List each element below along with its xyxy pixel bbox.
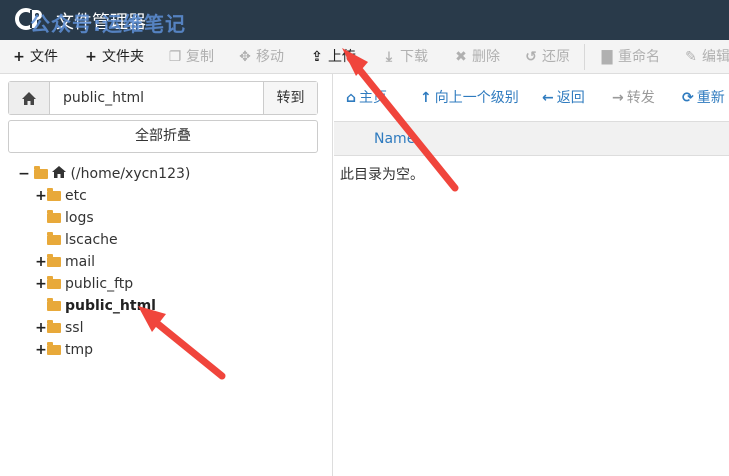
home-icon xyxy=(22,92,36,105)
nav-bar: ⌂ 主页 ↑ 向上一个级别 ← 返回 → 转发 ⟳ 重新 xyxy=(334,74,729,122)
download-label: 下载 xyxy=(400,49,428,65)
rename-icon: ▇ xyxy=(601,49,613,65)
expand-toggle-icon[interactable]: + xyxy=(35,339,47,361)
tree-item-mail[interactable]: + mail xyxy=(35,251,95,273)
upload-label: 上传 xyxy=(328,49,356,65)
tree-item-public-ftp[interactable]: + public_ftp xyxy=(35,273,133,295)
move-button[interactable]: ✥ 移动 xyxy=(238,40,284,74)
collapse-toggle-icon[interactable]: − xyxy=(18,163,30,185)
tree-item-logs[interactable]: logs xyxy=(47,207,94,229)
edit-icon: ✎ xyxy=(685,49,697,65)
new-file-label: 文件 xyxy=(30,49,58,65)
path-bar: 转到 xyxy=(8,81,318,115)
home-icon: ⌂ xyxy=(346,90,357,106)
new-file-button[interactable]: + 文件 xyxy=(12,40,58,74)
new-folder-label: 文件夹 xyxy=(102,49,144,65)
home-button[interactable]: ⌂ 主页 xyxy=(346,87,387,109)
forward-icon: → xyxy=(612,90,624,106)
expand-toggle-icon[interactable]: + xyxy=(35,273,47,295)
move-label: 移动 xyxy=(256,49,284,65)
app-header: 文件管理器 公众号:运维笔记 xyxy=(0,0,729,40)
expand-toggle-icon[interactable]: + xyxy=(35,317,47,339)
folder-tree-panel: 转到 全部折叠 − (/home/xycn123) + etc logs lsca… xyxy=(0,74,333,476)
copy-button[interactable]: ❐ 复制 xyxy=(168,40,214,74)
up-level-icon: ↑ xyxy=(420,90,432,106)
watermark-text: 公众号:运维笔记 xyxy=(30,12,186,36)
toolbar: + 文件 + 文件夹 ❐ 复制 ✥ 移动 ⇪ 上传 ⤓ 下载 ✖ 删除 ↺ 还原 ▇ 重命名 ✎ 编… xyxy=(0,40,729,74)
delete-icon: ✖ xyxy=(455,49,467,65)
move-icon: ✥ xyxy=(239,49,251,65)
plus-icon: + xyxy=(85,49,97,65)
folder-icon xyxy=(47,342,61,355)
folder-icon xyxy=(47,320,61,333)
plus-icon: + xyxy=(13,49,25,65)
expand-toggle-icon[interactable]: + xyxy=(35,185,47,207)
back-button[interactable]: ← 返回 xyxy=(542,87,585,109)
path-input[interactable] xyxy=(57,82,267,114)
restore-button[interactable]: ↺ 还原 xyxy=(524,40,570,74)
tree-item-label: lscache xyxy=(65,232,118,248)
back-icon: ← xyxy=(542,90,554,106)
tree-item-label: ssl xyxy=(65,320,84,336)
upload-button[interactable]: ⇪ 上传 xyxy=(310,40,356,74)
home-icon xyxy=(52,166,67,178)
tree-item-tmp[interactable]: + tmp xyxy=(35,339,93,361)
folder-icon xyxy=(47,276,61,289)
home-path-button[interactable] xyxy=(9,82,50,114)
new-folder-button[interactable]: + 文件夹 xyxy=(84,40,144,74)
tree-item-lscache[interactable]: lscache xyxy=(47,229,118,251)
folder-icon xyxy=(47,210,61,223)
folder-icon xyxy=(47,232,61,245)
rename-label: 重命名 xyxy=(618,49,660,65)
copy-icon: ❐ xyxy=(168,49,182,65)
tree-item-etc[interactable]: + etc xyxy=(35,185,87,207)
reload-button[interactable]: ⟳ 重新 xyxy=(682,87,725,109)
rename-button[interactable]: ▇ 重命名 xyxy=(600,40,660,74)
folder-icon xyxy=(47,298,61,311)
tree-item-label: tmp xyxy=(65,342,94,358)
reload-icon: ⟳ xyxy=(682,90,694,106)
download-icon: ⤓ xyxy=(385,49,393,65)
forward-label: 转发 xyxy=(626,90,655,106)
tree-root-label: (/home/xycn123) xyxy=(70,166,191,182)
file-list-panel: ⌂ 主页 ↑ 向上一个级别 ← 返回 → 转发 ⟳ 重新 Name 此目录为空。 xyxy=(334,74,729,476)
home-label: 主页 xyxy=(359,90,388,106)
restore-label: 还原 xyxy=(542,49,570,65)
back-label: 返回 xyxy=(556,90,585,106)
copy-label: 复制 xyxy=(186,49,214,65)
up-level-label: 向上一个级别 xyxy=(434,90,519,106)
tree-item-ssl[interactable]: + ssl xyxy=(35,317,83,339)
up-level-button[interactable]: ↑ 向上一个级别 xyxy=(420,87,519,109)
tree-item-label: etc xyxy=(65,188,87,204)
tree-item-public-html[interactable]: public_html xyxy=(47,295,156,317)
edit-button[interactable]: ✎ 编辑 xyxy=(684,40,729,74)
forward-button[interactable]: → 转发 xyxy=(612,87,655,109)
folder-icon xyxy=(47,188,61,201)
toolbar-divider xyxy=(584,44,585,70)
tree-item-label: public_html xyxy=(65,298,156,314)
collapse-all-button[interactable]: 全部折叠 xyxy=(8,120,318,153)
folder-icon xyxy=(47,254,61,267)
reload-label: 重新 xyxy=(696,90,725,106)
expand-toggle-icon[interactable]: + xyxy=(35,251,47,273)
empty-directory-message: 此目录为空。 xyxy=(340,167,424,183)
upload-icon: ⇪ xyxy=(311,49,323,65)
restore-icon: ↺ xyxy=(525,49,537,65)
table-header: Name xyxy=(334,122,729,156)
folder-open-icon xyxy=(34,166,49,179)
tree-root[interactable]: − (/home/xycn123) xyxy=(18,163,190,185)
delete-label: 删除 xyxy=(472,49,500,65)
column-header-name[interactable]: Name xyxy=(374,122,415,156)
download-button[interactable]: ⤓ 下载 xyxy=(382,40,428,74)
tree-item-label: public_ftp xyxy=(65,276,134,292)
edit-label: 编辑 xyxy=(702,49,729,65)
delete-button[interactable]: ✖ 删除 xyxy=(454,40,500,74)
tree-item-label: logs xyxy=(65,210,94,226)
go-button[interactable]: 转到 xyxy=(263,82,317,114)
tree-item-label: mail xyxy=(65,254,95,270)
